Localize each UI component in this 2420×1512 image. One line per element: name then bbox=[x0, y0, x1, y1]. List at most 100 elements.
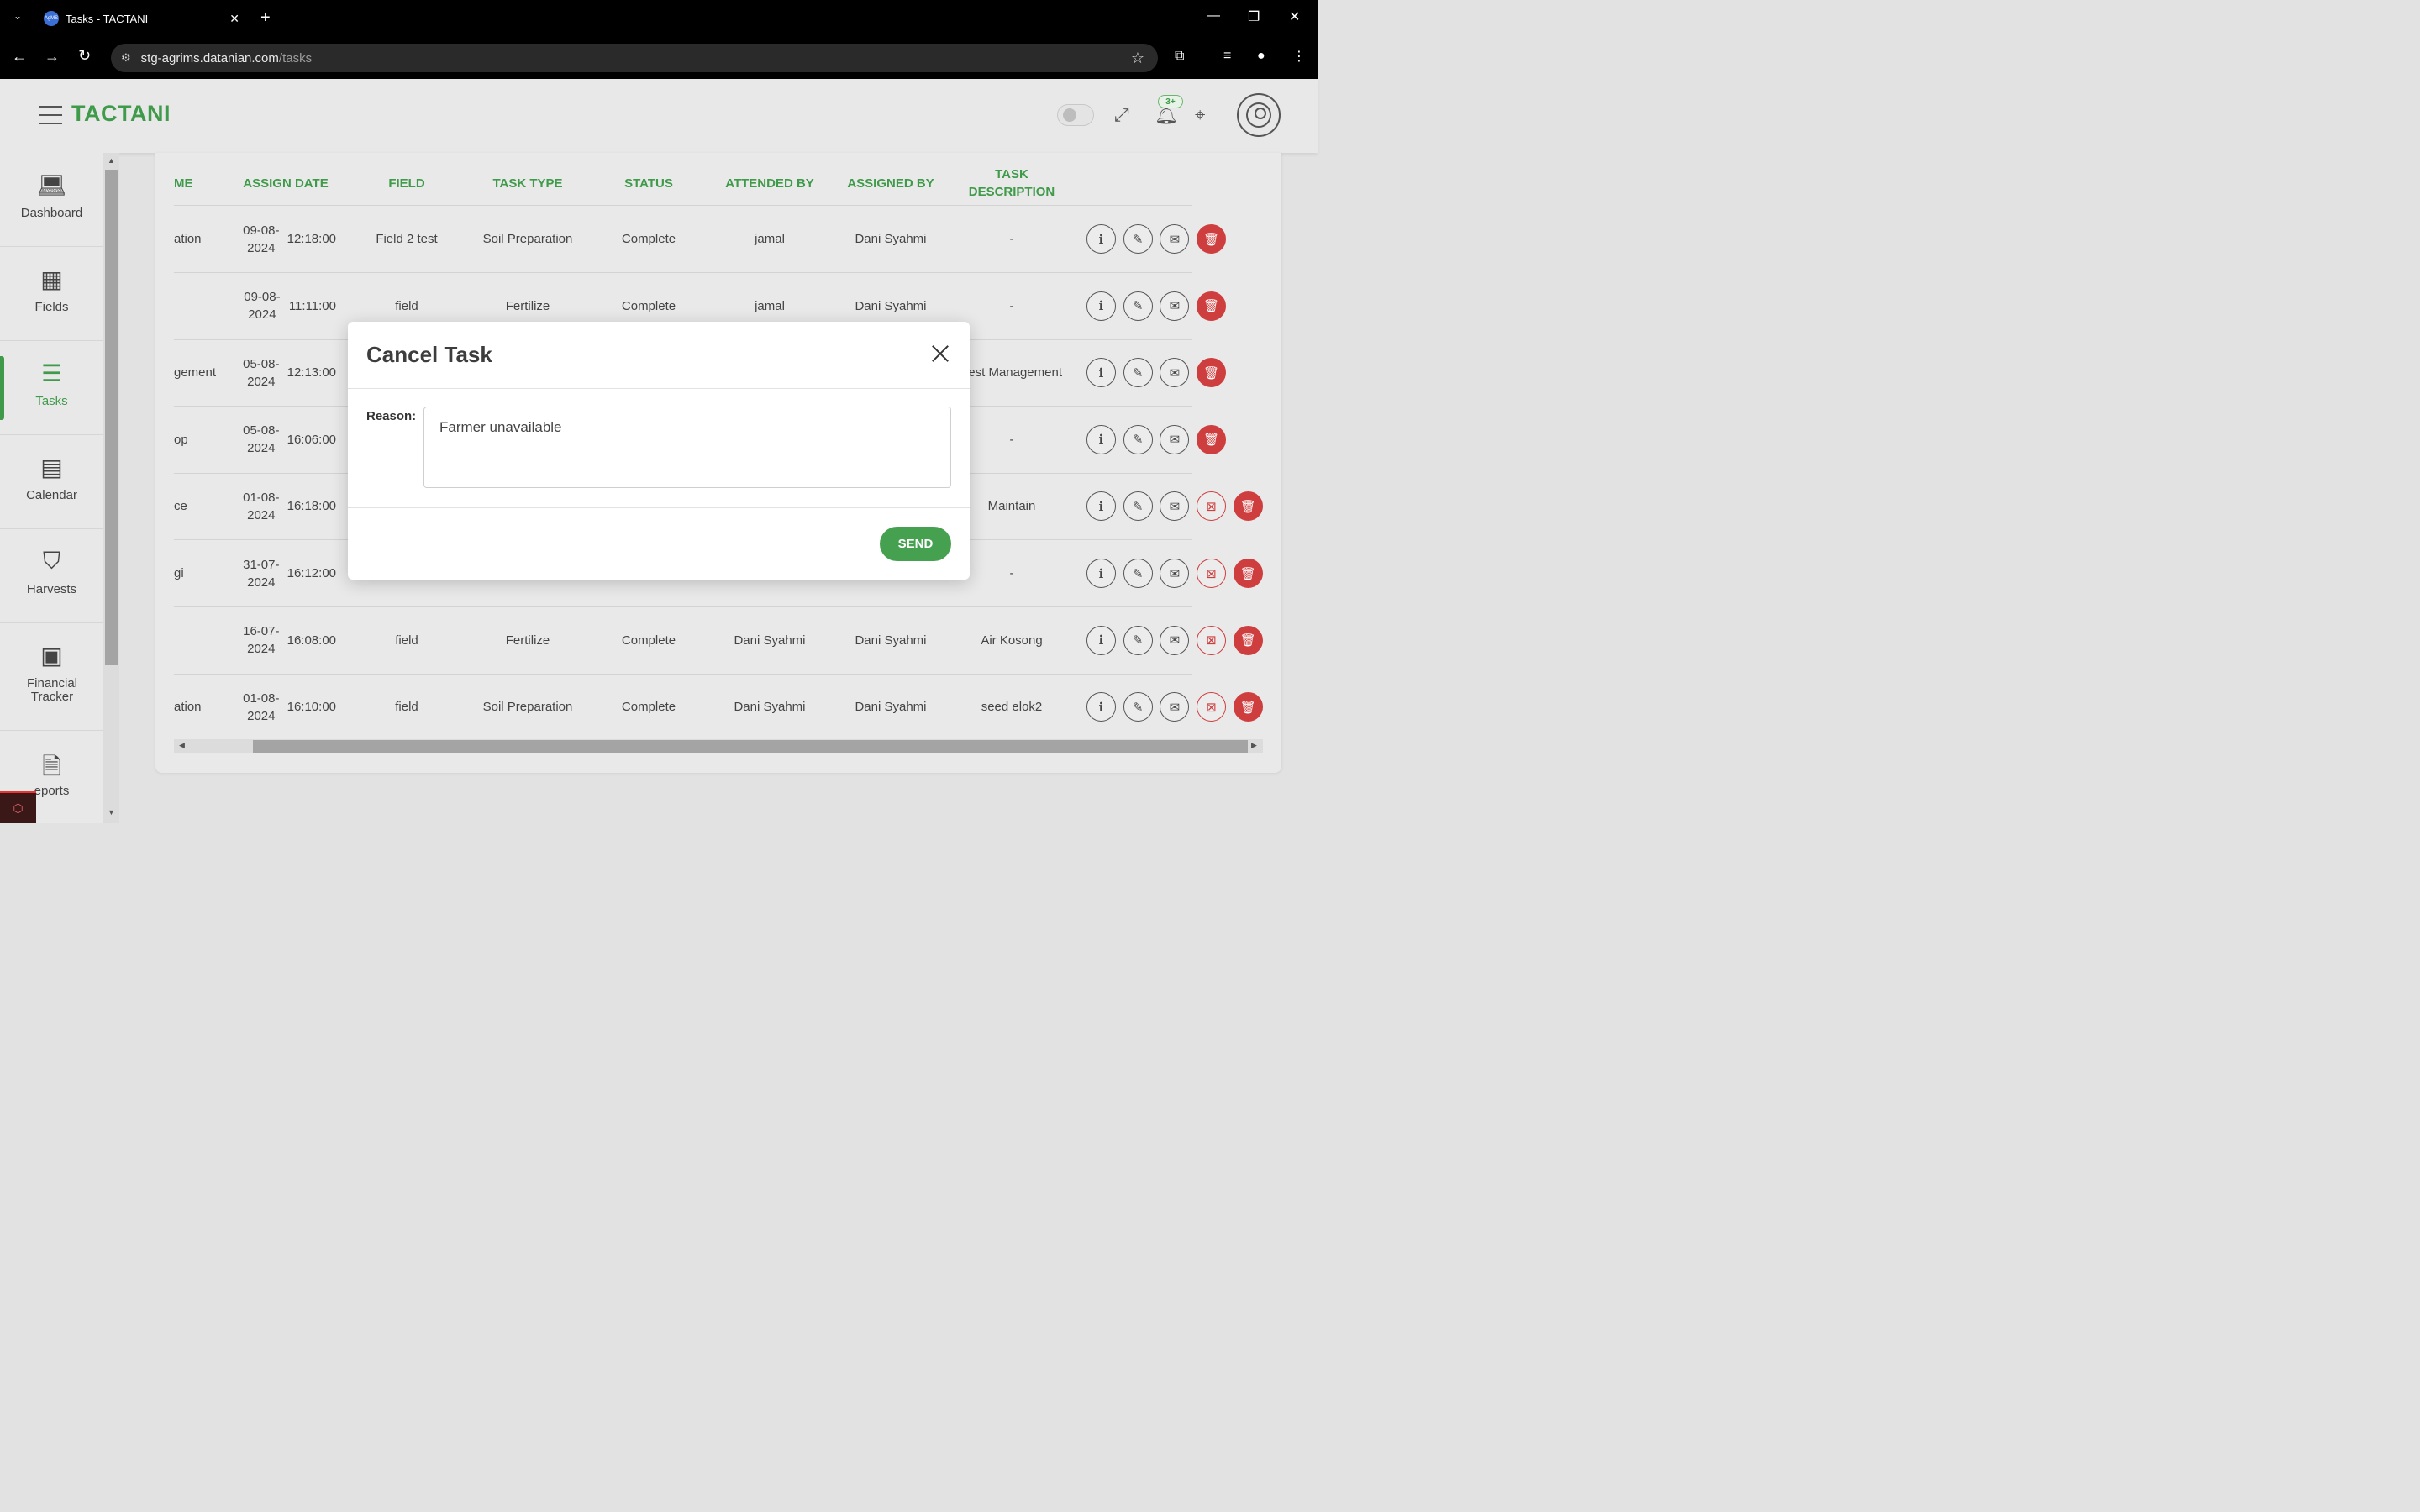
info-button[interactable]: ℹ bbox=[1086, 559, 1116, 588]
delete-button[interactable]: 🗑︎ bbox=[1233, 692, 1263, 722]
scroll-up-arrow-icon[interactable]: ▲ bbox=[108, 156, 115, 165]
sidebar-item-harvests[interactable]: ⛉ Harvests bbox=[0, 529, 103, 623]
edit-button[interactable]: ✎ bbox=[1123, 559, 1153, 588]
cancel-task-button[interactable]: ⊠ bbox=[1197, 491, 1227, 522]
email-button[interactable]: ✉ bbox=[1160, 491, 1190, 522]
edit-button[interactable]: ✎ bbox=[1123, 491, 1153, 522]
sidebar-scrollbar[interactable]: ▲ ▼ bbox=[103, 153, 119, 823]
extensions-icon[interactable]: ⧉ bbox=[1175, 49, 1184, 64]
sidebar-item-dashboard[interactable]: 💻︎ Dashboard bbox=[0, 153, 103, 247]
send-button[interactable]: SEND bbox=[880, 527, 951, 561]
tab-list-icon[interactable]: ⌄ bbox=[13, 10, 22, 22]
media-control-icon[interactable]: ≡ bbox=[1223, 49, 1231, 64]
delete-button[interactable]: 🗑︎ bbox=[1197, 224, 1227, 254]
cell-name: gement bbox=[174, 365, 217, 381]
close-icon[interactable] bbox=[929, 343, 951, 365]
cancel-task-button[interactable]: ⊠ bbox=[1197, 559, 1227, 588]
active-indicator bbox=[0, 356, 4, 420]
reload-icon[interactable]: ↻ bbox=[78, 47, 91, 65]
info-button[interactable]: ℹ bbox=[1086, 224, 1116, 254]
address-bar[interactable]: ⚙ stg-agrims.datanian.com/tasks ☆ bbox=[111, 44, 1158, 72]
reason-label: Reason: bbox=[366, 409, 417, 423]
scroll-right-arrow-icon[interactable]: ▶ bbox=[1251, 741, 1257, 750]
scroll-left-arrow-icon[interactable]: ◀ bbox=[179, 741, 185, 750]
cancel-task-button[interactable]: ⊠ bbox=[1197, 692, 1227, 722]
sidebar-item-calendar[interactable]: ▤ Calendar bbox=[0, 435, 103, 529]
forward-icon[interactable]: → bbox=[45, 48, 60, 66]
site-info-icon[interactable]: ⚙ bbox=[121, 51, 131, 65]
sidebar-item-tasks[interactable]: ☰ Tasks bbox=[0, 341, 103, 435]
bookmark-star-icon[interactable]: ☆ bbox=[1131, 50, 1144, 67]
column-header-task-description: TASK DESCRIPTION bbox=[968, 167, 1055, 199]
delete-button[interactable]: 🗑︎ bbox=[1233, 559, 1263, 588]
fullscreen-icon[interactable]: ⤢ bbox=[1114, 104, 1129, 126]
column-header-name: ME bbox=[174, 176, 193, 191]
email-button[interactable]: ✉ bbox=[1160, 291, 1190, 321]
sidebar: 💻︎ Dashboard ▦ Fields ☰ Tasks ▤ Calendar… bbox=[0, 153, 103, 823]
cell-status: Complete bbox=[621, 232, 676, 246]
edit-button[interactable]: ✎ bbox=[1123, 424, 1153, 454]
new-tab-icon[interactable]: + bbox=[260, 8, 271, 28]
cancel-task-button[interactable]: ⊠ bbox=[1197, 625, 1227, 655]
url-host: stg-agrims.datanian.com bbox=[140, 50, 279, 66]
minimize-icon[interactable]: — bbox=[1207, 8, 1220, 24]
sidebar-item-fields[interactable]: ▦ Fields bbox=[0, 247, 103, 341]
edit-button[interactable]: ✎ bbox=[1123, 625, 1153, 655]
email-button[interactable]: ✉ bbox=[1160, 224, 1190, 254]
delete-button[interactable]: 🗑︎ bbox=[1233, 491, 1263, 522]
info-button[interactable]: ℹ bbox=[1086, 291, 1116, 321]
profile-avatar-icon[interactable]: ● bbox=[1257, 49, 1265, 64]
edit-button[interactable]: ✎ bbox=[1123, 224, 1153, 254]
column-header-attended-by: ATTENDED BY bbox=[725, 176, 814, 191]
hamburger-menu-icon[interactable] bbox=[39, 106, 62, 124]
laravel-debug-icon[interactable]: ⬡ bbox=[0, 791, 36, 823]
pencil-icon: ✎ bbox=[1132, 365, 1144, 381]
browser-tab[interactable]: AgMS Tasks - TACTANI ✕ bbox=[34, 5, 248, 32]
url-path: /tasks bbox=[278, 50, 313, 66]
cell-name bbox=[174, 273, 224, 339]
cell-desc: - bbox=[1009, 232, 1014, 246]
email-button[interactable]: ✉ bbox=[1160, 625, 1190, 655]
notification-badge: 3+ bbox=[1158, 95, 1183, 108]
edit-button[interactable]: ✎ bbox=[1123, 358, 1153, 388]
info-button[interactable]: ℹ bbox=[1086, 424, 1116, 454]
cell-desc: - bbox=[1009, 432, 1014, 447]
cell-desc: Air Kosong bbox=[981, 633, 1043, 648]
delete-button[interactable]: 🗑︎ bbox=[1233, 625, 1263, 655]
info-icon: ℹ bbox=[1098, 499, 1104, 514]
column-header-status: STATUS bbox=[624, 176, 673, 191]
edit-button[interactable]: ✎ bbox=[1123, 291, 1153, 321]
reason-textarea[interactable]: Farmer unavailable bbox=[424, 407, 951, 488]
delete-button[interactable]: 🗑︎ bbox=[1197, 291, 1227, 321]
edit-button[interactable]: ✎ bbox=[1123, 692, 1153, 722]
close-tab-icon[interactable]: ✕ bbox=[229, 12, 239, 26]
email-button[interactable]: ✉ bbox=[1160, 559, 1190, 588]
info-button[interactable]: ℹ bbox=[1086, 625, 1116, 655]
back-icon[interactable]: ← bbox=[12, 48, 27, 66]
email-button[interactable]: ✉ bbox=[1160, 358, 1190, 388]
cell-name: ation bbox=[174, 700, 202, 715]
scrollbar-thumb[interactable] bbox=[253, 740, 1248, 753]
delete-button[interactable]: 🗑︎ bbox=[1197, 358, 1227, 388]
scroll-down-arrow-icon[interactable]: ▼ bbox=[108, 808, 115, 816]
email-button[interactable]: ✉ bbox=[1160, 692, 1190, 722]
url-text: stg-agrims.datanian.com/tasks bbox=[141, 51, 312, 66]
scrollbar-thumb[interactable] bbox=[105, 170, 118, 665]
cell-date: 01-08-2024 16:18:00 bbox=[235, 473, 336, 539]
info-button[interactable]: ℹ bbox=[1086, 692, 1116, 722]
email-button[interactable]: ✉ bbox=[1160, 424, 1190, 454]
close-window-icon[interactable]: ✕ bbox=[1289, 8, 1300, 25]
browser-menu-icon[interactable]: ⋮ bbox=[1292, 48, 1306, 65]
sidebar-item-financial-tracker[interactable]: ▣ Financial Tracker bbox=[0, 623, 103, 731]
info-button[interactable]: ℹ bbox=[1086, 491, 1116, 522]
user-avatar-button[interactable] bbox=[1237, 93, 1281, 137]
map-pin-icon[interactable]: ⌖ bbox=[1195, 104, 1205, 126]
theme-toggle[interactable] bbox=[1057, 104, 1094, 126]
table-horizontal-scrollbar[interactable]: ◀ ▶ bbox=[174, 739, 1263, 753]
brand-logo[interactable]: TACTANI bbox=[71, 101, 171, 127]
delete-button[interactable]: 🗑︎ bbox=[1197, 424, 1227, 454]
info-button[interactable]: ℹ bbox=[1086, 358, 1116, 388]
cell-attended: Dani Syahmi bbox=[734, 633, 806, 648]
cell-type: Soil Preparation bbox=[482, 700, 573, 715]
restore-icon[interactable]: ❐ bbox=[1248, 8, 1260, 25]
